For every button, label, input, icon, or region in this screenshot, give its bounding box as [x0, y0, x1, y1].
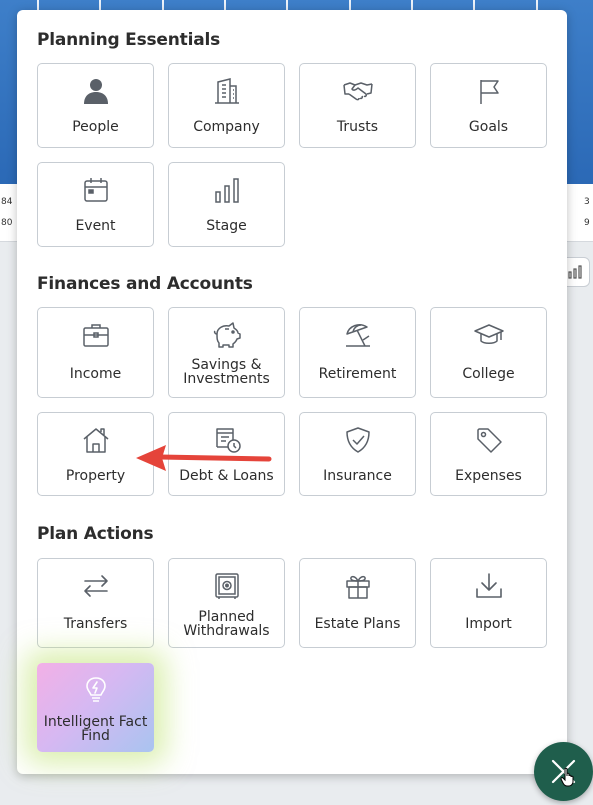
person-icon [38, 76, 153, 106]
tile-transfers[interactable]: Transfers [37, 558, 154, 648]
graduation-cap-icon [431, 320, 546, 350]
tile-label: Intelligent Fact Find [41, 715, 150, 743]
grid-line [473, 0, 475, 10]
grid-line [224, 0, 226, 10]
tile-college[interactable]: College [430, 307, 547, 398]
beach-umbrella-icon [300, 320, 415, 350]
tile-label: Import [465, 616, 512, 632]
piggy-bank-icon [169, 320, 284, 350]
tile-savings-investments[interactable]: Savings & Investments [168, 307, 285, 398]
grid-line [411, 0, 413, 10]
add-menu-panel: Planning Essentials People Company Trust… [17, 10, 567, 774]
tile-label: Estate Plans [314, 616, 401, 632]
tile-trusts[interactable]: Trusts [299, 63, 416, 148]
tile-label: Savings & Investments [173, 358, 280, 386]
tile-people[interactable]: People [37, 63, 154, 148]
briefcase-icon [38, 320, 153, 350]
price-tag-icon [431, 425, 546, 455]
safe-icon [169, 571, 284, 601]
section-title-planning-essentials: Planning Essentials [37, 30, 221, 50]
tile-expenses[interactable]: Expenses [430, 412, 547, 496]
bar-chart-icon [568, 265, 582, 279]
gift-icon [300, 571, 415, 601]
building-icon [169, 76, 284, 106]
calendar-icon [38, 175, 153, 205]
tile-label: Stage [206, 218, 247, 234]
grid-line [286, 0, 288, 10]
tile-label: Company [193, 119, 260, 135]
tile-label: Expenses [455, 468, 522, 484]
tile-retirement[interactable]: Retirement [299, 307, 416, 398]
tile-event[interactable]: Event [37, 162, 154, 247]
bg-number: 9 [584, 218, 590, 228]
tile-income[interactable]: Income [37, 307, 154, 398]
tile-label: Transfers [63, 616, 128, 632]
tile-label: Goals [468, 119, 509, 135]
tile-intelligent-fact-find[interactable]: Intelligent Fact Find [37, 663, 154, 752]
tile-label: People [72, 119, 119, 135]
tile-label: Event [75, 218, 116, 234]
grid-line [162, 0, 164, 10]
transfer-arrows-icon [38, 571, 153, 601]
tile-insurance[interactable]: Insurance [299, 412, 416, 496]
tile-label: College [462, 366, 515, 382]
tile-label-line: Find [81, 728, 110, 744]
tile-label: Insurance [323, 468, 392, 484]
shield-check-icon [300, 425, 415, 455]
bg-number: 84 [1, 197, 13, 207]
tile-estate-plans[interactable]: Estate Plans [299, 558, 416, 648]
tile-label-line: Investments [183, 371, 270, 387]
handshake-icon [300, 76, 415, 106]
flag-icon [431, 76, 546, 106]
tile-label: Trusts [336, 119, 379, 135]
tile-label-line: Withdrawals [183, 623, 270, 639]
tile-company[interactable]: Company [168, 63, 285, 148]
grid-line [536, 0, 538, 10]
hand-cursor-icon [560, 767, 574, 787]
bar-chart-icon [169, 175, 284, 205]
lightbulb-bolt-icon [37, 675, 154, 705]
tile-stage[interactable]: Stage [168, 162, 285, 247]
bg-number: 80 [1, 218, 13, 228]
tile-label: Planned Withdrawals [173, 610, 280, 638]
download-icon [431, 571, 546, 601]
tile-goals[interactable]: Goals [430, 63, 547, 148]
bg-number: 3 [584, 197, 590, 207]
grid-line [37, 0, 39, 10]
grid-line [99, 0, 101, 10]
section-title-plan-actions: Plan Actions [37, 524, 154, 544]
tile-label: Income [69, 366, 122, 382]
grid-line [349, 0, 351, 10]
tile-label: Retirement [318, 366, 397, 382]
tile-planned-withdrawals[interactable]: Planned Withdrawals [168, 558, 285, 648]
annotation-arrow [136, 445, 272, 471]
section-title-finances-and-accounts: Finances and Accounts [37, 274, 253, 294]
tile-import[interactable]: Import [430, 558, 547, 648]
